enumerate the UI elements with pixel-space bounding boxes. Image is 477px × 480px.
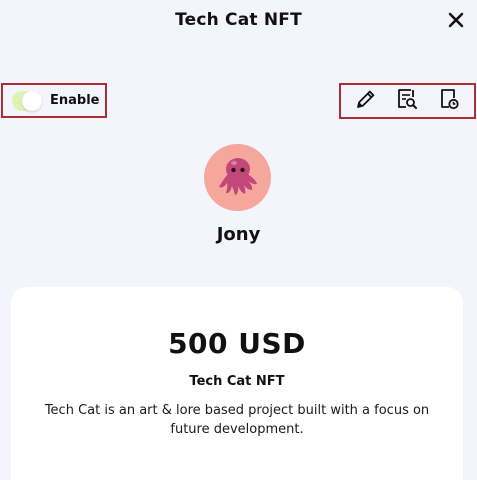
close-icon[interactable] — [445, 9, 467, 31]
octopus-icon — [215, 153, 261, 203]
view-details-button[interactable] — [394, 88, 420, 114]
action-toolbar — [339, 83, 476, 119]
profile-name: Jony — [216, 224, 261, 245]
toggle-knob — [22, 90, 42, 111]
document-search-icon — [395, 87, 419, 115]
history-button[interactable] — [436, 88, 462, 114]
avatar — [204, 144, 271, 211]
enable-label: Enable — [50, 93, 100, 108]
enable-toggle-group: Enable — [1, 83, 107, 118]
nft-name: Tech Cat NFT — [189, 374, 285, 389]
nft-card: 500 USD Tech Cat NFT Tech Cat is an art … — [11, 287, 463, 480]
price: 500 USD — [168, 327, 306, 360]
document-clock-icon — [437, 87, 461, 115]
header: Tech Cat NFT — [0, 0, 477, 42]
page-title: Tech Cat NFT — [175, 10, 302, 30]
nft-description: Tech Cat is an art & lore based project … — [44, 403, 430, 437]
edit-button[interactable] — [353, 88, 379, 114]
pencil-icon — [354, 87, 378, 115]
enable-toggle[interactable] — [12, 90, 42, 111]
